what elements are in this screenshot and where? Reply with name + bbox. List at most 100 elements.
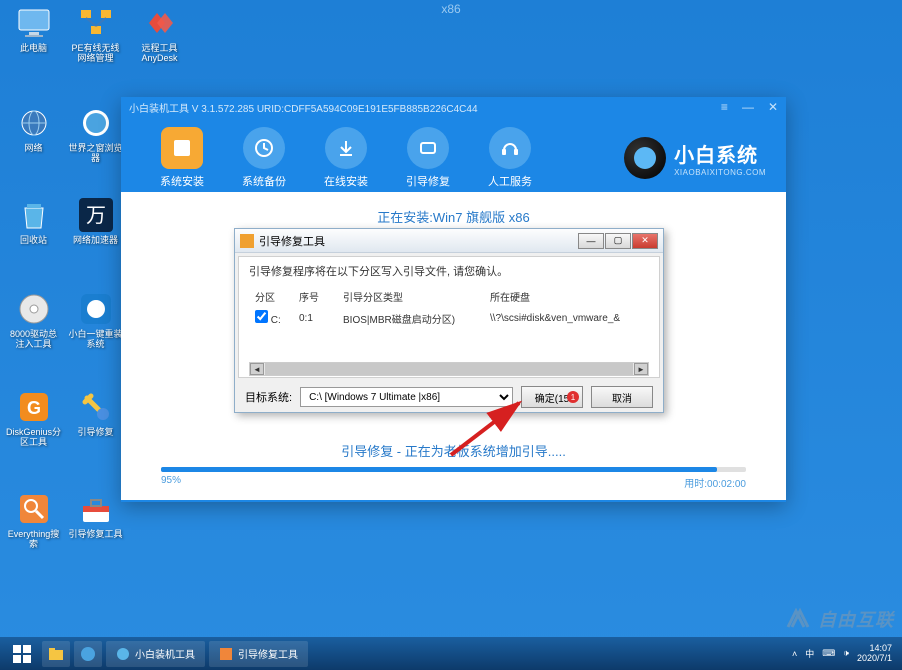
cell-partition: C: [271,315,281,326]
start-button[interactable] [4,640,40,668]
desktop-icon-network-mgr[interactable]: PE有线无线网络管理 [68,4,123,64]
icon-label: 小白一键重装系统 [68,330,123,350]
toolbar-backup[interactable]: 系统备份 [223,127,305,189]
desktop-icon-xiaobai[interactable]: 小白一键重装系统 [68,290,123,350]
dialog-title-text: 引导修复工具 [259,233,325,249]
desktop-icon-diskgenius[interactable]: G DiskGenius分区工具 [6,388,61,448]
icon-label: 此电脑 [6,44,61,54]
backup-icon [243,127,285,169]
th-seq: 序号 [295,287,337,306]
watermark-text: 自由互联 [818,606,894,632]
logo-icon [624,137,666,179]
browser-icon [77,104,115,142]
install-title: 正在安装:Win7 旗舰版 x86 [161,207,746,226]
task-browser[interactable] [74,641,102,667]
desktop-icon-everything[interactable]: Everything搜索 [6,490,61,550]
anydesk-icon [141,4,179,42]
menu-icon[interactable]: ≡ [721,100,728,114]
dialog-minimize[interactable]: — [578,233,604,249]
horizontal-scrollbar[interactable]: ◄ ► [249,362,649,376]
cell-type: BIOS|MBR磁盘启动分区) [339,308,484,328]
logo-title: 小白系统 [674,139,766,168]
tray-ime-icon[interactable]: 中 [805,647,814,660]
scroll-right-icon[interactable]: ► [634,363,648,375]
download-icon [325,127,367,169]
dialog-message: 引导修复程序将在以下分区写入引导文件, 请您确认。 [249,263,649,279]
recycle-icon [15,196,53,234]
main-toolbar: 系统安装 系统备份 在线安装 引导修复 人工服务 小白系统 XIAOBAIXIT… [121,117,786,192]
progress-bar [161,467,746,472]
desktop-icon-computer[interactable]: 此电脑 [6,4,61,54]
icon-label: 远程工具AnyDesk [132,44,187,64]
os-select[interactable]: C:\ [Windows 7 Ultimate |x86] [300,387,513,407]
th-type: 引导分区类型 [339,287,484,306]
desktop-icon-network[interactable]: 网络 [6,104,61,154]
clock-date: 2020/7/1 [857,654,892,664]
computer-icon [15,4,53,42]
ok-button[interactable]: 确定(15 1 [521,386,583,408]
progress-percent: 95% [161,475,181,490]
task-xiaobai[interactable]: 小白装机工具 [106,641,205,667]
logo-subtitle: XIAOBAIXITONG.COM [674,168,766,177]
boot-icon [407,127,449,169]
toolbar-install[interactable]: 系统安装 [141,127,223,189]
xiaobai-icon [77,290,115,328]
svg-text:万: 万 [86,205,106,227]
dialog-close[interactable]: ✕ [632,233,658,249]
tray-up-icon[interactable]: ˄ [792,649,797,659]
icon-label: DiskGenius分区工具 [6,428,61,448]
dialog-icon [240,234,254,248]
icon-label: 引导修复 [68,428,123,438]
task-label: 小白装机工具 [135,646,195,661]
tray-volume-icon[interactable]: 🕩 [843,648,849,659]
minimize-icon[interactable]: — [742,100,754,114]
progress-time: 用时:00:02:00 [684,475,746,490]
cell-disk: \\?\scsi#disk&ven_vmware_& [486,308,647,328]
cell-seq: 0:1 [295,308,337,328]
os-label: 目标系统: [245,389,292,405]
desktop-icon-recycle[interactable]: 回收站 [6,196,61,246]
desktop-icon-accel[interactable]: 万 网络加速器 [68,196,123,246]
task-bootfix[interactable]: 引导修复工具 [209,641,308,667]
logo-area: 小白系统 XIAOBAIXITONG.COM [624,137,766,179]
toolbar-online[interactable]: 在线安装 [305,127,387,189]
partition-checkbox[interactable] [255,310,268,323]
table-row[interactable]: C: 0:1 BIOS|MBR磁盘启动分区) \\?\scsi#disk&ven… [251,308,647,328]
toolbar-label: 引导修复 [387,173,469,189]
tray-clock[interactable]: 14:07 2020/7/1 [857,644,892,664]
task-explorer[interactable] [42,641,70,667]
tray-keyboard-icon[interactable]: ⌨ [822,648,835,659]
icon-label: 8000驱动总注入工具 [6,330,61,350]
annotation-badge: 1 [567,391,579,403]
status-line: 引导修复 - 正在为老板系统增加引导..... [161,441,746,460]
dialog-maximize[interactable]: ▢ [605,233,631,249]
main-titlebar[interactable]: 小白装机工具 V 3.1.572.285 URID:CDFF5A594C09E1… [121,97,786,117]
dialog-body: 引导修复程序将在以下分区写入引导文件, 请您确认。 分区 序号 引导分区类型 所… [238,256,660,378]
taskbar: 小白装机工具 引导修复工具 ˄ 中 ⌨ 🕩 14:07 2020/7/1 [0,637,902,670]
scroll-left-icon[interactable]: ◄ [250,363,264,375]
desktop-icon-bootfix2[interactable]: 引导修复工具 [68,490,123,540]
desktop-icon-browser[interactable]: 世界之窗浏览器 [68,104,123,164]
arch-label: x86 [441,2,460,16]
desktop-icon-anydesk[interactable]: 远程工具AnyDesk [132,4,187,64]
main-title: 小白装机工具 V 3.1.572.285 URID:CDFF5A594C09E1… [129,100,478,115]
globe-icon [15,104,53,142]
system-tray[interactable]: ˄ 中 ⌨ 🕩 14:07 2020/7/1 [792,644,898,664]
install-icon [161,127,203,169]
desktop-icon-bootfix[interactable]: 引导修复 [68,388,123,438]
desktop-icon-driver[interactable]: 8000驱动总注入工具 [6,290,61,350]
dialog-footer: 目标系统: C:\ [Windows 7 Ultimate |x86] 确定(1… [235,381,663,413]
network-icon [77,4,115,42]
toolbar-label: 在线安装 [305,173,387,189]
dialog-titlebar[interactable]: 引导修复工具 — ▢ ✕ [235,229,663,253]
close-icon[interactable]: ✕ [768,100,778,114]
toolbox-icon [77,490,115,528]
cancel-button[interactable]: 取消 [591,386,653,408]
toolbar-boot[interactable]: 引导修复 [387,127,469,189]
search-icon [15,490,53,528]
th-partition: 分区 [251,287,293,306]
toolbar-label: 人工服务 [469,173,551,189]
toolbar-service[interactable]: 人工服务 [469,127,551,189]
watermark: 自由互联 [784,606,894,632]
scroll-thumb[interactable] [265,363,633,375]
